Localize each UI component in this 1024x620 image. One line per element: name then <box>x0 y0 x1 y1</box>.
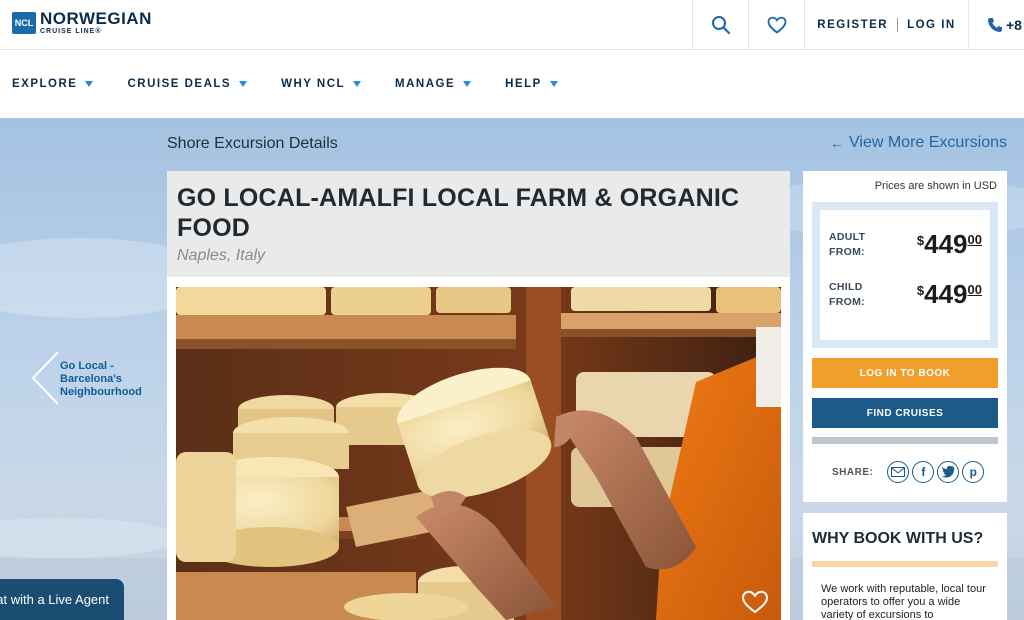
ncl-logo[interactable]: NCL NORWEGIAN CRUISE LINE® <box>12 10 152 35</box>
nav-label: WHY NCL <box>281 78 346 90</box>
nav-cruise-deals[interactable]: CRUISE DEALS <box>127 78 248 90</box>
register-link[interactable]: REGISTER <box>817 19 888 31</box>
accent-bar <box>812 561 998 567</box>
adult-label: ADULT <box>829 231 866 243</box>
child-price-row: CHILD FROM: $ 449 00 <box>820 274 990 324</box>
logo-name: NORWEGIAN <box>40 9 152 28</box>
log-in-to-book-button[interactable]: LOG IN TO BOOK <box>812 358 998 388</box>
caret-down-icon <box>85 81 94 87</box>
divider <box>897 17 899 32</box>
price-cents: 00 <box>967 282 982 297</box>
phone-link[interactable]: +8 <box>968 0 1024 49</box>
adult-price: $ 449 00 <box>917 230 982 258</box>
view-more-label: View More Excursions <box>849 134 1007 151</box>
arrow-left-icon: ← <box>830 135 845 151</box>
main-nav: EXPLORE CRUISE DEALS WHY NCL MANAGE HELP <box>0 50 1024 118</box>
nav-explore[interactable]: EXPLORE <box>12 78 94 90</box>
facebook-share-icon[interactable]: f <box>912 461 935 483</box>
view-more-excursions-link[interactable]: ← View More Excursions <box>830 134 1007 152</box>
excursion-location: Naples, Italy <box>177 247 266 264</box>
logo-tagline: CRUISE LINE® <box>40 28 102 35</box>
price-box: ADULT FROM: $ 449 00 CHILD FROM: $ 449 0… <box>812 202 998 348</box>
pricing-panel: Prices are shown in USD ADULT FROM: $ 44… <box>803 171 1007 502</box>
child-price: $ 449 00 <box>917 280 982 308</box>
excursion-title: GO LOCAL-AMALFI LOCAL FARM & ORGANIC FOO… <box>177 184 740 242</box>
live-agent-chat-button[interactable]: Chat with a Live Agent <box>0 579 124 620</box>
previous-excursion-link[interactable]: Go Local - Barcelona's Neighbourhood <box>30 350 160 406</box>
adult-price-row: ADULT FROM: $ 449 00 <box>820 224 990 274</box>
why-book-panel: WHY BOOK WITH US? We work with reputable… <box>803 513 1007 620</box>
page-title: Shore Excursion Details <box>167 135 338 152</box>
caret-down-icon <box>549 81 558 87</box>
share-row: SHARE: f p <box>832 461 987 483</box>
previous-excursion-label: Go Local - Barcelona's Neighbourhood <box>60 360 142 399</box>
heart-icon <box>767 16 786 34</box>
price-amount: 449 <box>924 229 968 259</box>
caret-down-icon <box>463 81 472 87</box>
nav-manage[interactable]: MANAGE <box>395 78 472 90</box>
cheese-photo <box>176 287 781 620</box>
favorite-heart-icon[interactable] <box>741 590 769 614</box>
child-label: CHILD <box>829 281 863 293</box>
top-bar: NCL NORWEGIAN CRUISE LINE® REGISTER LOG … <box>0 0 1024 50</box>
prev-line: Neighbourhood <box>60 386 142 398</box>
chevron-left-icon <box>31 351 59 405</box>
nav-label: EXPLORE <box>12 78 78 90</box>
search-icon <box>711 15 730 34</box>
share-label: SHARE: <box>832 466 874 478</box>
search-button[interactable] <box>692 0 748 49</box>
nav-label: CRUISE DEALS <box>127 78 232 90</box>
nav-help[interactable]: HELP <box>505 78 558 90</box>
find-cruises-button[interactable]: FIND CRUISES <box>812 398 998 428</box>
auth-links: REGISTER LOG IN <box>804 0 968 49</box>
from-label: FROM: <box>829 296 865 308</box>
phone-number: +8 <box>1006 16 1022 33</box>
favorites-button[interactable] <box>748 0 804 49</box>
why-book-text: We work with reputable, local tour opera… <box>821 583 986 620</box>
nav-label: HELP <box>505 78 542 90</box>
excursion-card: GO LOCAL-AMALFI LOCAL FARM & ORGANIC FOO… <box>167 171 790 620</box>
chat-label: Chat with a Live Agent <box>0 592 109 607</box>
email-share-icon[interactable] <box>887 461 910 483</box>
nav-why-ncl[interactable]: WHY NCL <box>281 78 362 90</box>
currency-symbol: $ <box>916 233 925 248</box>
phone-icon <box>988 17 1002 32</box>
currency-symbol: $ <box>916 283 925 298</box>
price-amount: 449 <box>924 279 968 309</box>
nav-label: MANAGE <box>395 78 456 90</box>
excursion-header: GO LOCAL-AMALFI LOCAL FARM & ORGANIC FOO… <box>167 171 790 277</box>
price-cents: 00 <box>967 232 982 247</box>
login-link[interactable]: LOG IN <box>907 19 956 31</box>
adult-price-label: ADULT FROM: <box>829 230 865 260</box>
twitter-share-icon[interactable] <box>937 461 960 483</box>
from-label: FROM: <box>829 246 865 258</box>
divider-bar <box>812 437 998 444</box>
child-price-label: CHILD FROM: <box>829 280 865 310</box>
logo-badge: NCL <box>12 11 36 34</box>
prev-line: Go Local - <box>60 360 114 372</box>
currency-note: Prices are shown in USD <box>874 180 997 192</box>
caret-down-icon <box>353 81 362 87</box>
caret-down-icon <box>239 81 248 87</box>
pinterest-share-icon[interactable]: p <box>962 461 985 483</box>
prev-line: Barcelona's <box>60 373 122 385</box>
why-book-title: WHY BOOK WITH US? <box>812 530 984 547</box>
excursion-photo <box>176 287 781 620</box>
